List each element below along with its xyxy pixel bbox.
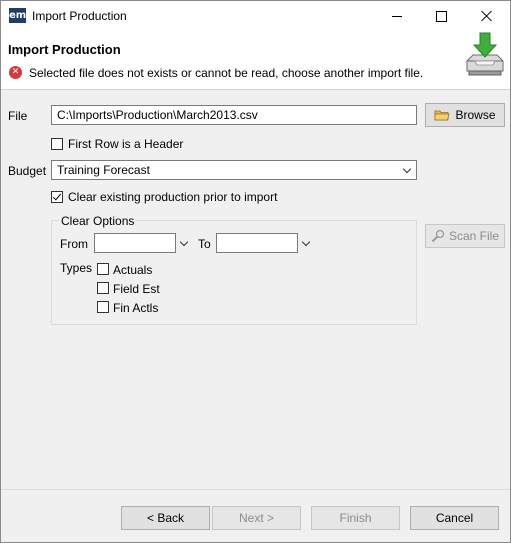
page-title: Import Production bbox=[8, 42, 121, 57]
scan-file-button-label: Scan File bbox=[448, 229, 500, 243]
first-row-header-label: First Row is a Header bbox=[68, 137, 184, 151]
minimize-button[interactable] bbox=[374, 1, 419, 31]
types-label: Types bbox=[60, 261, 93, 275]
magnifier-icon bbox=[431, 229, 445, 243]
budget-label: Budget bbox=[8, 164, 47, 178]
title-bar: em Import Production bbox=[1, 1, 510, 31]
type-actuals-checkbox[interactable] bbox=[97, 263, 109, 275]
budget-select-value: Training Forecast bbox=[57, 163, 150, 177]
clear-options-title: Clear Options bbox=[60, 214, 136, 228]
type-fin-actls-label: Fin Actls bbox=[113, 301, 159, 315]
next-button[interactable]: Next > bbox=[212, 506, 301, 530]
from-date-input[interactable] bbox=[94, 233, 176, 253]
error-message: Selected file does not exists or cannot … bbox=[29, 66, 424, 80]
type-field-est-label: Field Est bbox=[113, 282, 160, 296]
back-button[interactable]: < Back bbox=[121, 506, 210, 530]
type-fin-actls-checkbox[interactable] bbox=[97, 301, 109, 313]
maximize-icon bbox=[436, 10, 447, 22]
to-chevron-down-icon[interactable] bbox=[299, 234, 313, 252]
close-icon bbox=[481, 10, 493, 22]
from-chevron-down-icon[interactable] bbox=[177, 234, 191, 252]
chevron-down-icon[interactable] bbox=[400, 161, 414, 179]
type-actuals-label: Actuals bbox=[113, 263, 153, 277]
clear-existing-label: Clear existing production prior to impor… bbox=[68, 190, 278, 204]
clear-existing-checkbox[interactable] bbox=[51, 191, 63, 203]
file-path-input[interactable]: C:\Imports\Production\March2013.csv bbox=[51, 105, 417, 125]
finish-button[interactable]: Finish bbox=[311, 506, 400, 530]
browse-button-label: Browse bbox=[455, 108, 496, 122]
to-label: To bbox=[198, 237, 211, 251]
error-icon: ✕ bbox=[9, 66, 22, 79]
maximize-button[interactable] bbox=[419, 1, 464, 31]
minimize-icon bbox=[391, 15, 402, 17]
app-logo-icon: em bbox=[9, 8, 27, 23]
import-production-dialog: em Import Production Import Production ✕… bbox=[0, 0, 511, 543]
import-tray-icon bbox=[466, 32, 504, 76]
window-title: Import Production bbox=[32, 9, 127, 23]
file-label: File bbox=[8, 109, 28, 123]
from-label: From bbox=[60, 237, 88, 251]
to-date-input[interactable] bbox=[216, 233, 298, 253]
folder-icon bbox=[435, 110, 450, 121]
cancel-button[interactable]: Cancel bbox=[410, 506, 499, 530]
browse-button[interactable]: Browse bbox=[425, 103, 505, 127]
footer-divider bbox=[1, 489, 510, 490]
close-button[interactable] bbox=[464, 1, 509, 31]
budget-select[interactable]: Training Forecast bbox=[51, 160, 417, 180]
scan-file-button[interactable]: Scan File bbox=[425, 224, 505, 248]
type-field-est-checkbox[interactable] bbox=[97, 282, 109, 294]
first-row-header-checkbox[interactable] bbox=[51, 138, 63, 150]
header-banner: Import Production ✕ Selected file does n… bbox=[1, 31, 510, 90]
